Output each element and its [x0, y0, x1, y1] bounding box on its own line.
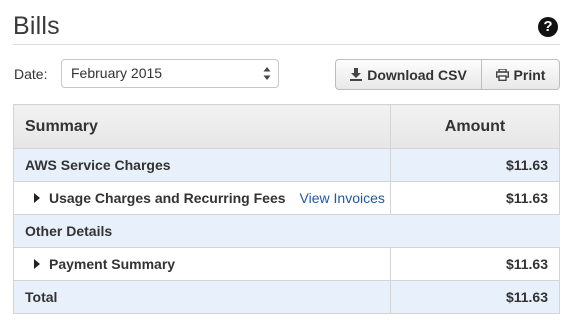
- expand-triangle-icon[interactable]: [34, 193, 40, 204]
- download-csv-button[interactable]: Download CSV: [336, 60, 482, 89]
- table-row[interactable]: Payment Summary $11.63: [13, 247, 560, 281]
- row-amount: $11.63: [390, 181, 560, 215]
- print-button[interactable]: Print: [482, 60, 559, 89]
- row-label: Total: [13, 280, 391, 314]
- title-divider: [13, 44, 560, 45]
- expand-triangle-icon[interactable]: [34, 259, 40, 270]
- summary-column-header: Summary: [13, 104, 391, 149]
- row-amount: $11.63: [390, 280, 560, 314]
- question-circle-icon[interactable]: ?: [538, 17, 558, 37]
- print-label: Print: [513, 66, 546, 83]
- bills-page: Bills ? Date: February 2015 Download CSV…: [0, 0, 576, 327]
- printer-icon: [495, 68, 509, 81]
- date-select[interactable]: February 2015: [61, 59, 279, 88]
- row-label: Usage Charges and Recurring Fees: [49, 190, 286, 206]
- view-invoices-link[interactable]: View Invoices: [300, 190, 385, 206]
- row-label: Payment Summary: [49, 256, 176, 272]
- date-label: Date:: [14, 66, 48, 82]
- select-arrows-icon: [263, 67, 271, 80]
- table-row[interactable]: Usage Charges and Recurring Fees View Inv…: [13, 181, 560, 215]
- table-row: AWS Service Charges $11.63: [13, 148, 560, 182]
- date-select-value: February 2015: [71, 65, 163, 81]
- export-button-group: Download CSV Print: [335, 59, 560, 90]
- row-label: Other Details: [13, 214, 560, 248]
- bills-summary-table: Summary Amount AWS Service Charges $11.6…: [13, 104, 560, 314]
- download-csv-label: Download CSV: [367, 66, 467, 83]
- row-amount: $11.63: [390, 247, 560, 281]
- amount-column-header: Amount: [390, 104, 560, 149]
- row-label: AWS Service Charges: [13, 148, 391, 182]
- page-title: Bills: [13, 12, 60, 40]
- table-row: Other Details: [13, 214, 560, 248]
- table-row: Total $11.63: [13, 280, 560, 314]
- row-amount: $11.63: [390, 148, 560, 182]
- download-icon: [350, 68, 363, 81]
